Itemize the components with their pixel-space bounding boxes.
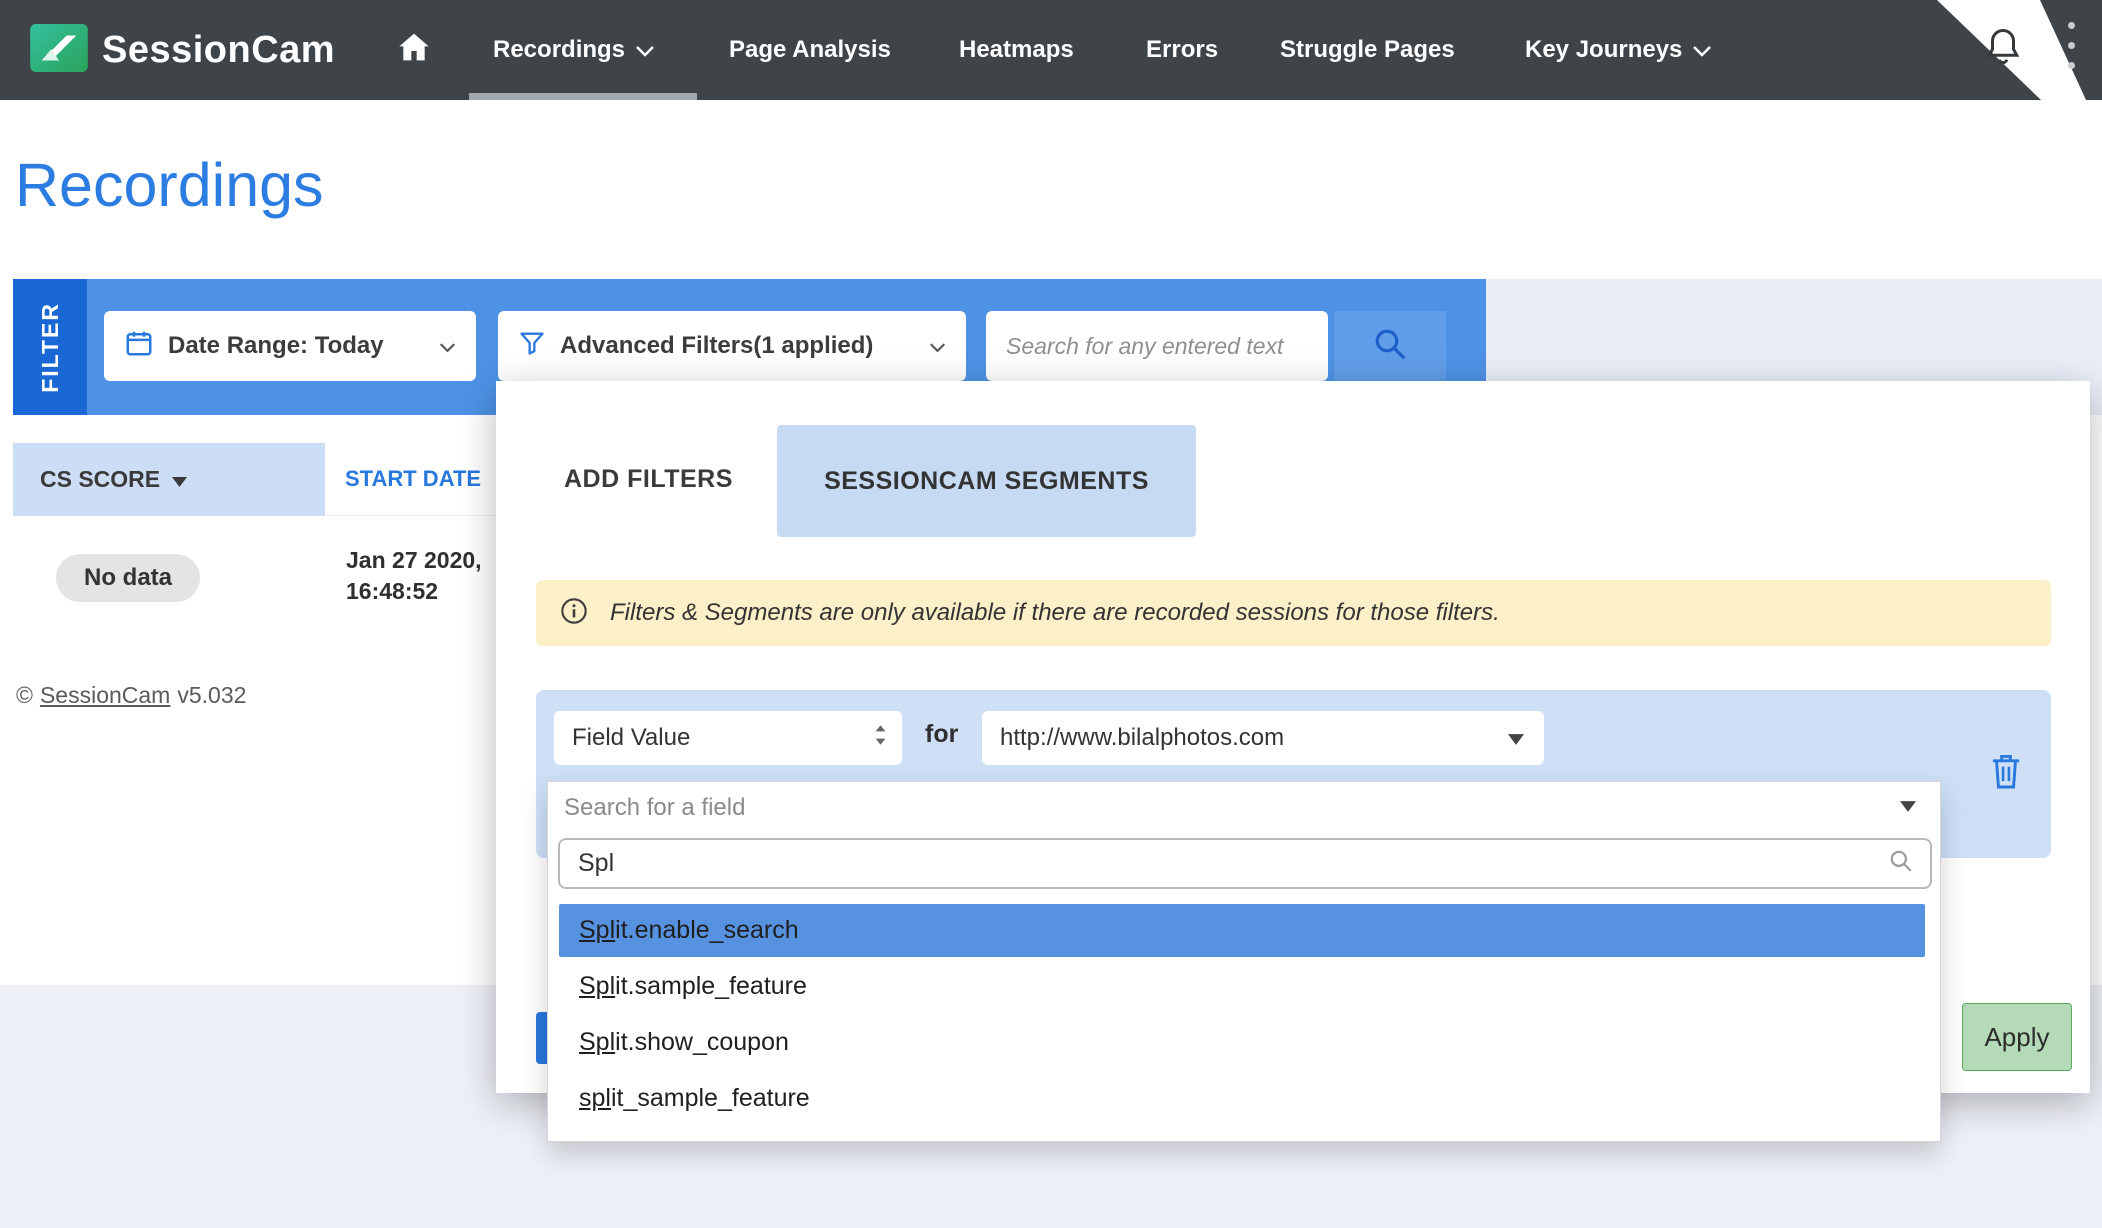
nav-item-recordings[interactable]: Recordings [493, 0, 655, 100]
apply-button[interactable]: Apply [1962, 1003, 2072, 1071]
field-result-split-sample-feature-underscore[interactable]: split_sample_feature [559, 1072, 1925, 1125]
text-search-input[interactable] [986, 311, 1328, 381]
nav-item-home[interactable] [398, 32, 430, 67]
tab-add-filters[interactable]: ADD FILTERS [560, 455, 737, 504]
chevron-down-icon [439, 332, 456, 360]
delete-filter-icon[interactable] [1990, 752, 2022, 795]
up-down-arrows-icon [873, 724, 888, 753]
home-icon [398, 49, 430, 66]
filter-type-value: Field Value [572, 724, 690, 752]
nav-item-page-analysis[interactable]: Page Analysis [729, 0, 891, 100]
brand-name: SessionCam [102, 29, 335, 72]
match-text: Spl [579, 1028, 615, 1057]
start-date-line2: 16:48:52 [346, 576, 482, 607]
sessioncam-link[interactable]: SessionCam [40, 682, 170, 709]
sort-descending-icon [172, 466, 187, 493]
text-search-field[interactable] [986, 311, 1328, 381]
start-date-header-label: START DATE [345, 466, 481, 492]
active-tab-indicator [469, 93, 697, 100]
nav-item-key-journeys[interactable]: Key Journeys [1525, 0, 1712, 100]
column-header-cs-score[interactable]: CS SCORE [13, 443, 325, 516]
start-date-cell: Jan 27 2020, 16:48:52 [346, 545, 482, 607]
field-result-split-sample-feature[interactable]: Split.sample_feature [559, 960, 1925, 1013]
cs-score-header-label: CS SCORE [40, 466, 160, 493]
tab-sessioncam-segments[interactable]: SESSIONCAM SEGMENTS [777, 425, 1196, 537]
field-result-split-show-coupon[interactable]: Split.show_coupon [559, 1016, 1925, 1069]
advanced-filters-button[interactable]: Advanced Filters(1 applied) [498, 311, 966, 381]
calendar-icon [124, 328, 154, 365]
field-search-dropdown: Search for a field Split.enable_search S… [547, 781, 1941, 1142]
brand[interactable]: SessionCam [30, 24, 335, 77]
sessioncam-logo-icon [30, 24, 88, 77]
funnel-filter-icon [518, 329, 546, 364]
field-search-placeholder: Search for a field [564, 794, 745, 822]
column-header-start-date[interactable]: START DATE [325, 443, 496, 516]
chevron-down-icon [635, 36, 655, 64]
start-date-line1: Jan 27 2020, [346, 545, 482, 576]
filter-vertical-tab[interactable]: FILTER [13, 279, 87, 415]
rest-text: it.sample_feature [615, 972, 807, 1001]
copyright-symbol: © [16, 682, 33, 709]
nav-item-errors[interactable]: Errors [1146, 0, 1218, 100]
cs-score-badge: No data [56, 554, 200, 602]
table-row[interactable]: No data Jan 27 2020, 16:48:52 [13, 536, 496, 618]
chevron-down-icon [1692, 36, 1712, 64]
kebab-menu-icon[interactable] [2068, 22, 2076, 69]
caret-down-icon [1900, 799, 1916, 817]
site-select-value: http://www.bilalphotos.com [1000, 724, 1284, 752]
field-search-input[interactable] [578, 849, 1888, 878]
top-nav: SessionCam Recordings Page Analysis Heat… [0, 0, 2102, 100]
search-button[interactable] [1334, 311, 1446, 381]
info-icon [560, 597, 588, 630]
field-search-combobox[interactable]: Search for a field [548, 782, 1940, 834]
advanced-filters-label: Advanced Filters(1 applied) [560, 332, 873, 360]
chevron-down-icon [929, 332, 946, 360]
notifications-bell-icon[interactable] [1985, 26, 2021, 73]
caret-down-icon [1508, 724, 1524, 752]
page-title: Recordings [15, 150, 324, 220]
site-select[interactable]: http://www.bilalphotos.com [982, 711, 1544, 765]
match-text: spl [579, 1084, 611, 1113]
version-label: v5.032 [177, 682, 246, 709]
search-icon [1372, 326, 1408, 367]
notice-text: Filters & Segments are only available if… [610, 599, 1500, 627]
rest-text: it.show_coupon [615, 1028, 789, 1057]
nav-item-label: Struggle Pages [1280, 36, 1455, 64]
nav-item-label: Errors [1146, 36, 1218, 64]
for-label: for [925, 720, 958, 749]
nav-item-label: Key Journeys [1525, 36, 1682, 64]
nav-item-label: Page Analysis [729, 36, 891, 64]
rest-text: it.enable_search [615, 916, 798, 945]
match-text: Spl [579, 972, 615, 1001]
nav-item-struggle-pages[interactable]: Struggle Pages [1280, 0, 1455, 100]
segments-notice-banner: Filters & Segments are only available if… [536, 580, 2051, 646]
filter-type-select[interactable]: Field Value [554, 711, 902, 765]
field-search-box [558, 838, 1932, 889]
nav-item-label: Heatmaps [959, 36, 1074, 64]
match-text: Spl [579, 916, 615, 945]
date-range-label: Date Range: Today [168, 332, 384, 360]
search-icon [1888, 848, 1914, 879]
field-result-split-enable-search[interactable]: Split.enable_search [559, 904, 1925, 957]
filter-tab-label: FILTER [37, 302, 64, 393]
rest-text: it_sample_feature [611, 1084, 810, 1113]
version-footer: © SessionCam v5.032 [16, 682, 246, 709]
nav-item-heatmaps[interactable]: Heatmaps [959, 0, 1074, 100]
date-range-button[interactable]: Date Range: Today [104, 311, 476, 381]
nav-item-label: Recordings [493, 36, 625, 64]
